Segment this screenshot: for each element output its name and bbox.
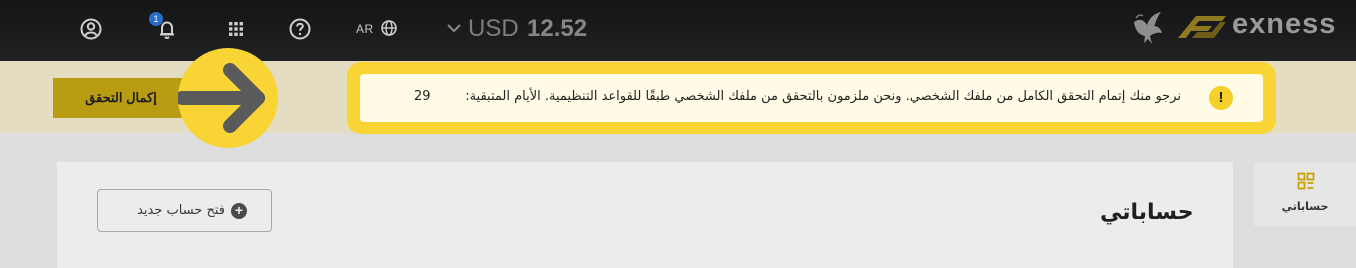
- dove-icon: [1134, 12, 1162, 44]
- complete-verification-button[interactable]: إكمال التحقق: [53, 78, 189, 118]
- accounts-grid-icon: [1297, 172, 1315, 190]
- open-new-account-button[interactable]: فتح حساب جديد +: [97, 189, 272, 232]
- exness-logo-mark: [1178, 16, 1226, 38]
- language-selector[interactable]: AR: [356, 22, 374, 36]
- globe-icon[interactable]: [378, 17, 400, 39]
- warning-icon: !: [1209, 86, 1233, 110]
- plus-circle-icon: +: [231, 203, 247, 219]
- notification-badge: 1: [149, 12, 163, 26]
- notice-message: نرجو منك إتمام التحقق الكامل من ملفك الش…: [465, 89, 1181, 104]
- sidebar-item-my-accounts[interactable]: حساباتي: [1254, 162, 1356, 226]
- page-title: حساباتي: [1100, 200, 1194, 225]
- verification-notice: 29 نرجو منك إتمام التحقق الكامل من ملفك …: [360, 74, 1263, 122]
- highlight-arrow: [175, 48, 278, 148]
- days-remaining: 29: [414, 89, 431, 104]
- user-circle-icon[interactable]: [78, 16, 104, 42]
- brand-name: exness: [1232, 8, 1337, 40]
- sidebar-item-label: حساباتي: [1281, 200, 1329, 213]
- open-new-account-label: فتح حساب جديد: [137, 203, 225, 218]
- arrow-right-icon: [175, 63, 265, 133]
- chevron-down-icon[interactable]: [444, 18, 464, 38]
- currency-label[interactable]: USD: [468, 15, 519, 43]
- help-icon[interactable]: [287, 16, 313, 42]
- apps-grid-icon[interactable]: [223, 16, 249, 42]
- account-balance[interactable]: 12.52: [527, 15, 587, 43]
- verification-notice-highlight: 29 نرجو منك إتمام التحقق الكامل من ملفك …: [347, 62, 1276, 134]
